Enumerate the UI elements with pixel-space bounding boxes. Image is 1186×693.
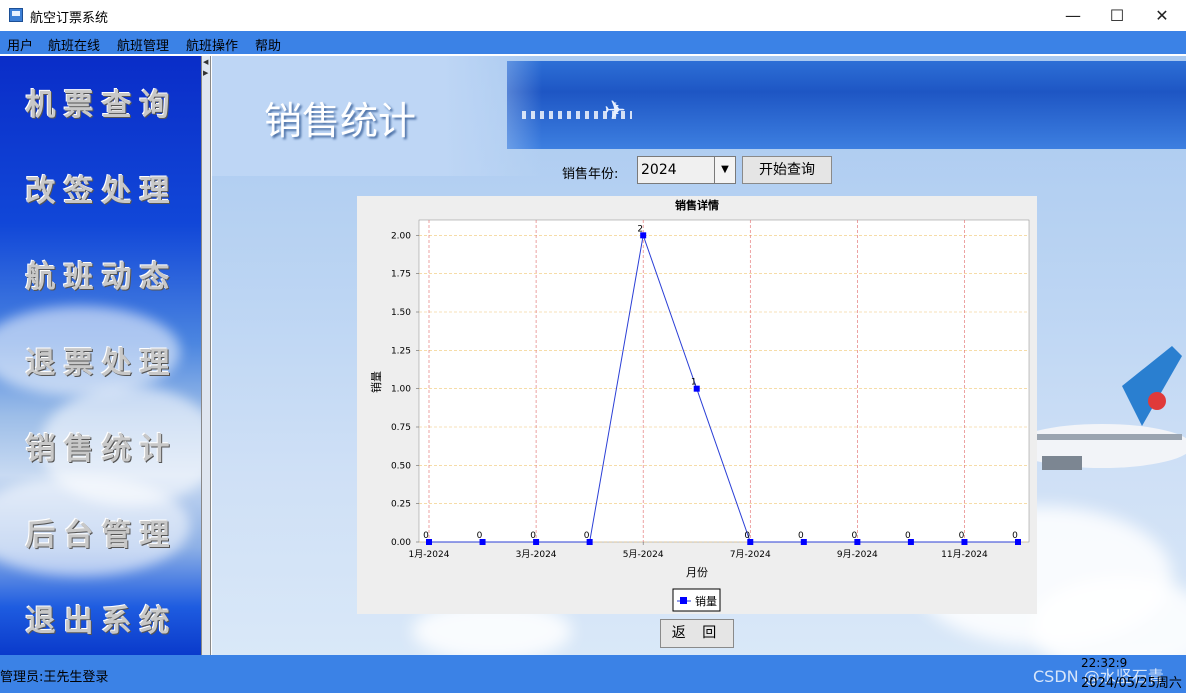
sales-line-chart: 销售详情 0.00 0.25 0.50 0.75 1.00 1.25 1.50 1.75 2.0… bbox=[369, 198, 1030, 612]
x-axis-label: 月份 bbox=[686, 566, 708, 579]
sidebar-item-sales-stats[interactable]: 销售统计 bbox=[0, 424, 203, 468]
sales-chart-panel: 销售详情 0.00 0.25 0.50 0.75 1.00 1.25 1.50 1.75 2.0… bbox=[357, 196, 1037, 614]
status-user: 管理员:王先生登录 bbox=[0, 670, 109, 685]
status-time: 22:32:9 bbox=[1081, 656, 1128, 670]
app-icon bbox=[9, 8, 23, 22]
minimize-button[interactable]: — bbox=[1050, 0, 1096, 31]
x-tick-label: 11月-2024 bbox=[941, 549, 988, 560]
data-label: 0 bbox=[905, 531, 911, 541]
y-tick-label: 1.75 bbox=[391, 270, 411, 280]
start-query-button[interactable]: 开始查询 bbox=[742, 156, 832, 184]
sidebar-item-exit[interactable]: 退出系统 bbox=[0, 596, 203, 640]
y-tick-label: 1.25 bbox=[391, 346, 411, 356]
x-axis-ticks: 1月-2024 3月-2024 5月-2024 7月-2024 9月-2024 11月-2… bbox=[409, 542, 988, 560]
chart-title: 销售详情 bbox=[675, 198, 719, 212]
sidebar-item-flight-status[interactable]: 航班动态 bbox=[0, 252, 203, 296]
menu-bar: 用户 航班在线 航班管理 航班操作 帮助 bbox=[0, 31, 1186, 54]
data-label: 0 bbox=[798, 531, 804, 541]
y-axis-ticks: 0.00 0.25 0.50 0.75 1.00 1.25 1.50 1.75 2.00 bbox=[391, 231, 419, 548]
menu-user[interactable]: 用户 bbox=[7, 35, 33, 54]
menu-flight-operation[interactable]: 航班操作 bbox=[186, 35, 238, 54]
close-button[interactable]: ✕ bbox=[1139, 0, 1185, 31]
status-bar: 管理员:王先生登录 CSDN @水坚石青 22:32:9 2024/05/25周… bbox=[0, 655, 1186, 693]
y-tick-label: 2.00 bbox=[391, 231, 411, 241]
sidebar-item-ticket-query[interactable]: 机票查询 bbox=[0, 80, 203, 124]
plot-area bbox=[418, 219, 1030, 543]
status-date: 2024/05/25周六 bbox=[1081, 676, 1182, 691]
data-label: 0 bbox=[959, 531, 965, 541]
x-tick-label: 3月-2024 bbox=[516, 549, 557, 560]
page-title: 销售统计 bbox=[264, 99, 417, 143]
x-tick-label: 1月-2024 bbox=[409, 549, 450, 560]
year-select[interactable]: 2024 ▼ bbox=[637, 156, 736, 184]
plane-icon: ✈ bbox=[604, 96, 626, 126]
y-tick-label: 1.00 bbox=[391, 385, 411, 395]
data-label: 1 bbox=[691, 378, 697, 388]
collapse-right-icon[interactable]: ▶ bbox=[203, 69, 208, 77]
window-title: 航空订票系统 bbox=[30, 11, 109, 26]
legend-marker bbox=[680, 597, 687, 604]
title-bar: 航空订票系统 — ☐ ✕ bbox=[0, 0, 1186, 32]
data-label: 0 bbox=[530, 531, 536, 541]
menu-flight-online[interactable]: 航班在线 bbox=[48, 35, 100, 54]
sidebar: 机票查询 改签处理 航班动态 退票处理 销售统计 后台管理 退出系统 bbox=[0, 56, 220, 655]
y-tick-label: 0.75 bbox=[391, 423, 411, 433]
y-tick-label: 0.25 bbox=[391, 500, 411, 510]
data-label: 0 bbox=[477, 531, 483, 541]
sales-year-label: 销售年份: bbox=[562, 167, 619, 182]
y-axis-label: 销量 bbox=[369, 371, 383, 393]
data-label: 0 bbox=[584, 531, 590, 541]
data-label: 2 bbox=[637, 224, 643, 234]
chart-legend: 销量 bbox=[672, 588, 721, 612]
sidebar-item-rebooking[interactable]: 改签处理 bbox=[0, 166, 203, 210]
menu-flight-management[interactable]: 航班管理 bbox=[117, 35, 169, 54]
airplane-image bbox=[1032, 346, 1186, 470]
year-select-value: 2024 bbox=[641, 162, 677, 178]
sidebar-item-refund[interactable]: 退票处理 bbox=[0, 338, 203, 382]
menu-help[interactable]: 帮助 bbox=[255, 35, 281, 54]
chevron-down-icon[interactable]: ▼ bbox=[714, 157, 735, 183]
collapse-left-icon[interactable]: ◀ bbox=[203, 58, 208, 66]
back-button[interactable]: 返 回 bbox=[660, 619, 734, 648]
data-label: 0 bbox=[744, 531, 750, 541]
data-label: 0 bbox=[1012, 531, 1018, 541]
sidebar-item-admin[interactable]: 后台管理 bbox=[0, 510, 203, 554]
x-tick-label: 7月-2024 bbox=[730, 549, 771, 560]
split-pane-divider[interactable]: ◀ ▶ bbox=[201, 56, 211, 655]
x-tick-label: 5月-2024 bbox=[623, 549, 664, 560]
x-tick-label: 9月-2024 bbox=[837, 549, 878, 560]
y-tick-label: 0.00 bbox=[391, 538, 411, 548]
maximize-button[interactable]: ☐ bbox=[1094, 0, 1140, 31]
y-tick-label: 1.50 bbox=[391, 308, 411, 318]
data-label: 0 bbox=[423, 531, 429, 541]
data-label: 0 bbox=[851, 531, 857, 541]
legend-label: 销量 bbox=[695, 594, 717, 608]
y-tick-label: 0.50 bbox=[391, 461, 411, 471]
main-panel: ✈ 销售统计 销售年份: 2024 ▼ 开始查询 销售详情 0.00 0.25 0.… bbox=[212, 56, 1186, 655]
